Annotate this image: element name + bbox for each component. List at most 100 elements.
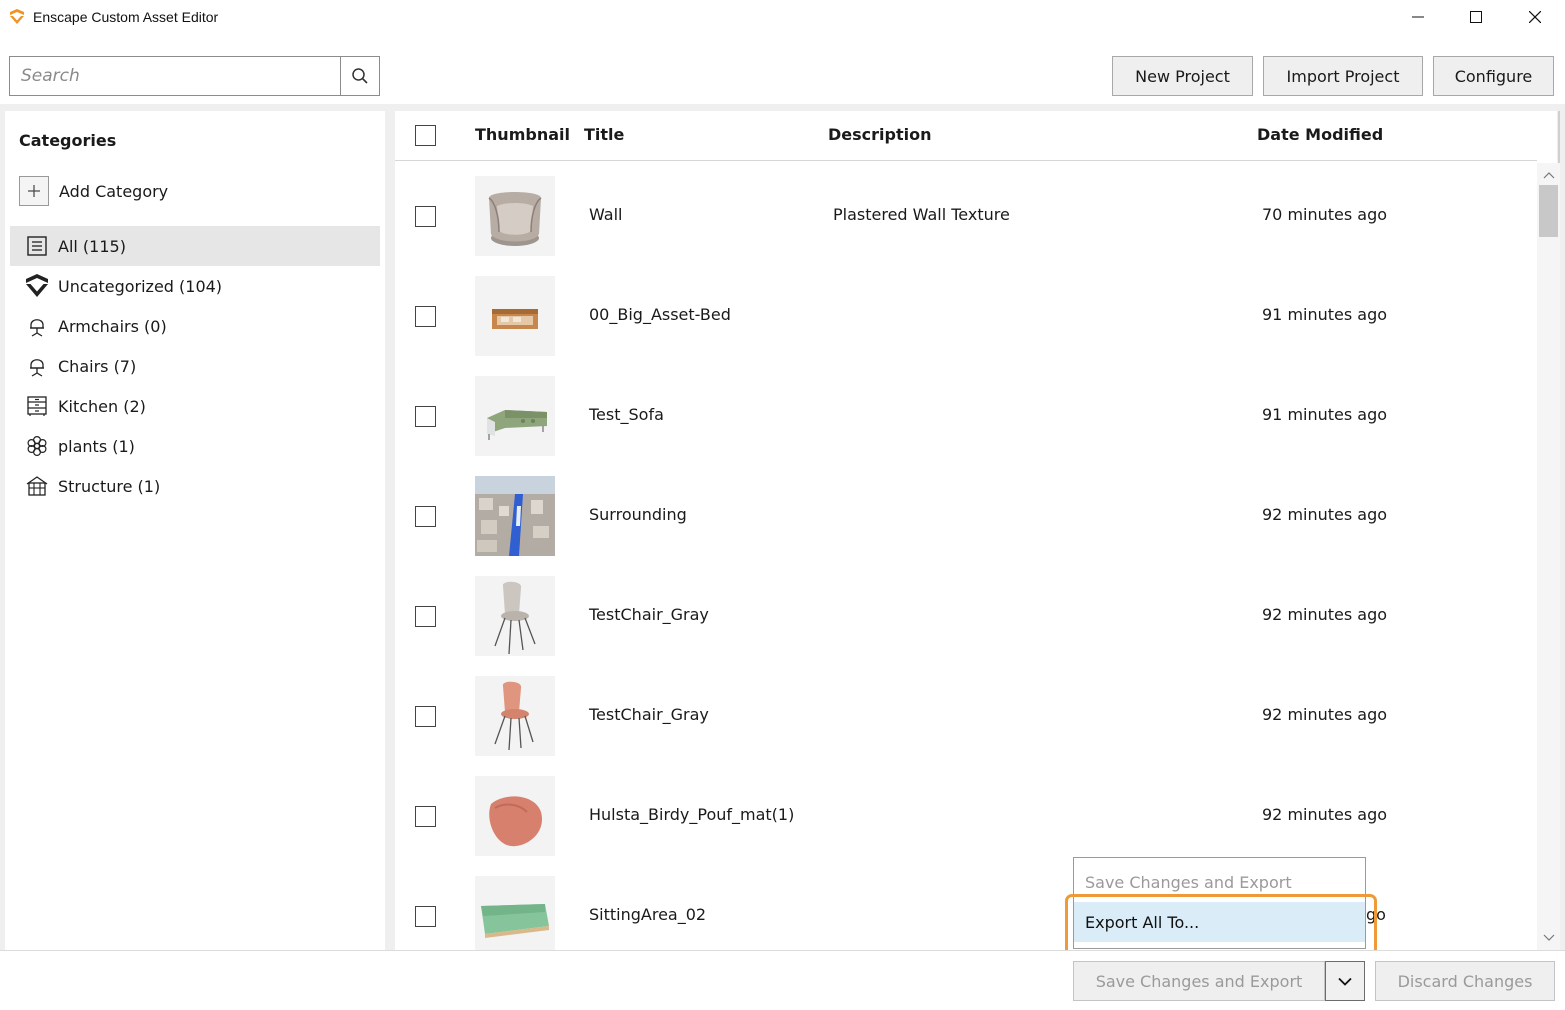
thumbnail-bed (475, 276, 555, 356)
thumbnail-pouf (475, 776, 555, 856)
scroll-up-button[interactable] (1537, 165, 1560, 185)
date-modified-column-header[interactable]: Date Modified (1257, 125, 1383, 144)
row-date: 91 minutes ago (1262, 305, 1388, 324)
row-checkbox[interactable] (415, 806, 436, 827)
row-date: 92 minutes ago (1262, 805, 1388, 824)
search-icon (352, 68, 368, 84)
description-column-header[interactable]: Description (828, 125, 931, 144)
export-options-dropdown-button[interactable] (1325, 961, 1365, 1001)
maximize-button[interactable] (1447, 0, 1505, 34)
new-project-button[interactable]: New Project (1112, 56, 1253, 96)
title-column-header[interactable]: Title (584, 125, 624, 144)
sidebar-item-label: Kitchen (2) (58, 396, 146, 416)
header-divider (1558, 111, 1560, 163)
configure-button[interactable]: Configure (1433, 56, 1554, 96)
enscape-logo-icon (10, 9, 24, 24)
scroll-thumb[interactable] (1539, 185, 1558, 237)
thumbnail-green-sofa (475, 876, 555, 950)
category-sidebar: Categories Add Category All (115) Uncate… (5, 111, 385, 950)
asset-list-panel: Thumbnail Title Description Date Modifie… (395, 111, 1557, 950)
plus-icon (19, 176, 49, 206)
row-checkbox[interactable] (415, 906, 436, 927)
close-icon (1529, 11, 1541, 23)
row-title: TestChair_Gray (589, 705, 709, 724)
thumbnail-armchair (475, 176, 555, 256)
category-list: All (115) Uncategorized (104) Armchairs … (10, 226, 380, 506)
scroll-down-button[interactable] (1537, 928, 1560, 948)
sidebar-item-all[interactable]: All (115) (10, 226, 380, 266)
select-all-checkbox[interactable] (415, 125, 436, 146)
search-input[interactable] (10, 57, 341, 95)
table-row[interactable]: TestChair_Gray 92 minutes ago (395, 563, 1537, 663)
sidebar-item-plants[interactable]: plants (1) (10, 426, 380, 466)
table-row[interactable]: Hulsta_Birdy_Pouf_mat(1) 92 minutes ago (395, 763, 1537, 863)
enscape-logo-icon (24, 273, 50, 299)
list-icon (24, 233, 50, 259)
vertical-scrollbar[interactable] (1537, 163, 1560, 950)
table-row[interactable]: Test_Sofa 91 minutes ago (395, 363, 1537, 463)
thumbnail-column-header: Thumbnail (475, 125, 570, 144)
plant-icon (24, 433, 50, 459)
thumbnail-sofa (475, 376, 555, 456)
asset-rows: Wall Plastered Wall Texture 70 minutes a… (395, 163, 1537, 950)
chevron-down-icon (1543, 934, 1554, 941)
export-dropdown-menu: Save Changes and Export Export All To... (1073, 857, 1366, 949)
row-date: 92 minutes ago (1262, 705, 1388, 724)
table-row[interactable]: Wall Plastered Wall Texture 70 minutes a… (395, 163, 1537, 263)
minimize-icon (1412, 16, 1424, 18)
sidebar-item-chairs[interactable]: Chairs (7) (10, 346, 380, 386)
search-button[interactable] (340, 57, 379, 95)
table-row[interactable]: Surrounding 92 minutes ago (395, 463, 1537, 563)
chevron-up-icon (1543, 172, 1554, 179)
armchair-icon (24, 313, 50, 339)
row-date: 92 minutes ago (1262, 505, 1388, 524)
row-description: Plastered Wall Texture (833, 205, 1010, 224)
row-title: SittingArea_02 (589, 905, 707, 924)
row-checkbox[interactable] (415, 506, 436, 527)
minimize-button[interactable] (1389, 0, 1447, 34)
menu-item-export-all-to[interactable]: Export All To... (1074, 902, 1365, 942)
sidebar-item-label: Chairs (7) (58, 356, 137, 376)
title-bar: Enscape Custom Asset Editor (0, 0, 1565, 36)
row-date: 91 minutes ago (1262, 405, 1388, 424)
row-checkbox[interactable] (415, 206, 436, 227)
row-title: Hulsta_Birdy_Pouf_mat(1) (589, 805, 795, 824)
thumbnail-city (475, 476, 555, 556)
categories-heading: Categories (19, 131, 117, 150)
search-box (9, 56, 380, 96)
row-title: TestChair_Gray (589, 605, 709, 624)
sidebar-item-label: Structure (1) (58, 476, 161, 496)
sidebar-item-label: plants (1) (58, 436, 135, 456)
sidebar-item-uncategorized[interactable]: Uncategorized (104) (10, 266, 380, 306)
row-checkbox[interactable] (415, 606, 436, 627)
row-checkbox[interactable] (415, 706, 436, 727)
sidebar-item-kitchen[interactable]: Kitchen (2) (10, 386, 380, 426)
thumbnail-chair-gray (475, 576, 555, 656)
row-title: Test_Sofa (589, 405, 664, 424)
sidebar-item-armchairs[interactable]: Armchairs (0) (10, 306, 380, 346)
sidebar-item-label: Uncategorized (104) (58, 276, 223, 296)
row-title: 00_Big_Asset-Bed (589, 305, 731, 324)
row-date: 92 minutes ago (1262, 605, 1388, 624)
import-project-button[interactable]: Import Project (1263, 56, 1423, 96)
save-changes-and-export-button[interactable]: Save Changes and Export (1073, 961, 1325, 1001)
add-category-button[interactable]: Add Category (19, 176, 168, 206)
window-title: Enscape Custom Asset Editor (33, 9, 219, 25)
close-button[interactable] (1506, 0, 1564, 34)
discard-changes-button[interactable]: Discard Changes (1375, 961, 1555, 1001)
chair-icon (24, 353, 50, 379)
thumbnail-chair-pink (475, 676, 555, 756)
sidebar-item-structure[interactable]: Structure (1) (10, 466, 380, 506)
row-checkbox[interactable] (415, 306, 436, 327)
table-header: Thumbnail Title Description Date Modifie… (395, 111, 1537, 161)
row-title: Wall (589, 205, 623, 224)
row-checkbox[interactable] (415, 406, 436, 427)
row-title: Surrounding (589, 505, 687, 524)
sidebar-item-label: All (115) (58, 236, 126, 256)
structure-icon (24, 473, 50, 499)
table-row[interactable]: TestChair_Gray 92 minutes ago (395, 663, 1537, 763)
kitchen-icon (24, 393, 50, 419)
table-row[interactable]: 00_Big_Asset-Bed 91 minutes ago (395, 263, 1537, 363)
row-date-partial: go (1366, 905, 1386, 924)
sidebar-item-label: Armchairs (0) (58, 316, 167, 336)
